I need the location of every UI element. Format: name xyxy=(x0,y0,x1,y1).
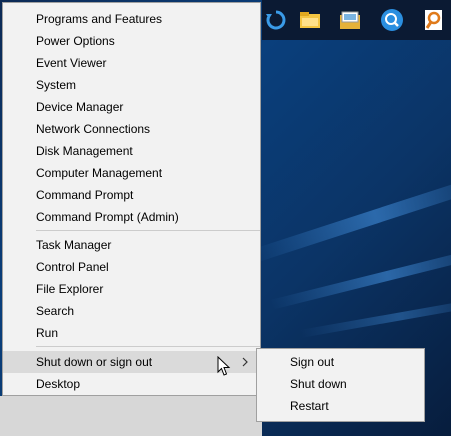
edge-refresh-icon[interactable] xyxy=(262,6,290,34)
menu-item-search[interactable]: Search xyxy=(3,300,260,322)
menu-item-disk-management[interactable]: Disk Management xyxy=(3,140,260,162)
menu-separator xyxy=(36,346,260,347)
menu-item-device-manager[interactable]: Device Manager xyxy=(3,96,260,118)
photos-icon[interactable] xyxy=(336,6,364,34)
winx-context-menu: Programs and Features Power Options Even… xyxy=(2,2,261,396)
desktop-bottom-strip xyxy=(0,396,262,436)
menu-item-programs-and-features[interactable]: Programs and Features xyxy=(3,8,260,30)
search-icon[interactable] xyxy=(378,6,406,34)
menu-item-command-prompt[interactable]: Command Prompt xyxy=(3,184,260,206)
menu-item-run[interactable]: Run xyxy=(3,322,260,344)
taskbar xyxy=(262,0,451,40)
shutdown-submenu: Sign out Shut down Restart xyxy=(256,348,425,422)
chevron-right-icon xyxy=(242,357,248,367)
menu-separator xyxy=(36,230,260,231)
file-explorer-icon[interactable] xyxy=(296,6,324,34)
submenu-item-sign-out[interactable]: Sign out xyxy=(257,351,424,373)
menu-item-control-panel[interactable]: Control Panel xyxy=(3,256,260,278)
mouse-cursor-icon xyxy=(217,356,231,376)
menu-item-power-options[interactable]: Power Options xyxy=(3,30,260,52)
menu-item-task-manager[interactable]: Task Manager xyxy=(3,234,260,256)
image-search-icon[interactable] xyxy=(420,6,448,34)
submenu-item-restart[interactable]: Restart xyxy=(257,395,424,417)
menu-item-system[interactable]: System xyxy=(3,74,260,96)
menu-item-network-connections[interactable]: Network Connections xyxy=(3,118,260,140)
menu-item-command-prompt-admin[interactable]: Command Prompt (Admin) xyxy=(3,206,260,228)
menu-item-label: Shut down or sign out xyxy=(36,355,153,369)
menu-item-file-explorer[interactable]: File Explorer xyxy=(3,278,260,300)
menu-item-computer-management[interactable]: Computer Management xyxy=(3,162,260,184)
submenu-item-shut-down[interactable]: Shut down xyxy=(257,373,424,395)
menu-item-event-viewer[interactable]: Event Viewer xyxy=(3,52,260,74)
